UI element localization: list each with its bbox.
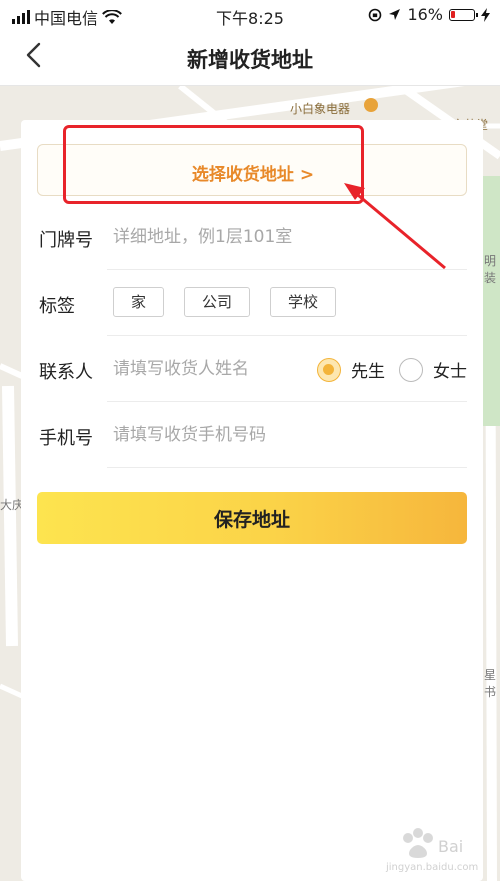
charging-bolt-icon bbox=[481, 7, 490, 22]
gender-female-label: 女士 bbox=[433, 362, 467, 382]
contact-name-input[interactable] bbox=[113, 356, 323, 382]
select-address-label: 选择收货地址 > bbox=[191, 165, 315, 185]
door-number-label: 门牌号 bbox=[39, 230, 93, 251]
battery-icon bbox=[449, 8, 478, 21]
rotation-lock-icon bbox=[369, 8, 382, 21]
status-right-group: 16% bbox=[368, 5, 490, 24]
gender-male-label: 先生 bbox=[351, 362, 385, 382]
map-poi-icon bbox=[364, 98, 378, 112]
svg-text:Bai: Bai bbox=[438, 837, 463, 856]
map-poi-label: 星书 bbox=[484, 668, 497, 699]
door-number-input[interactable] bbox=[113, 224, 453, 250]
save-address-button[interactable]: 保存地址 bbox=[37, 492, 467, 544]
gender-male-radio[interactable]: 先生 bbox=[317, 357, 385, 382]
phone-row: 手机号 bbox=[39, 402, 467, 468]
tag-company-button[interactable]: 公司 bbox=[184, 287, 251, 317]
phone-input[interactable] bbox=[113, 422, 453, 448]
select-address-button[interactable]: 选择收货地址 > bbox=[37, 144, 467, 196]
baidu-watermark-logo: Bai jingyan.baidu.com bbox=[378, 824, 498, 874]
status-bar: 中国电信 下午8:25 16% bbox=[0, 0, 500, 30]
row-divider bbox=[107, 467, 467, 468]
map-poi-label: 明装 bbox=[484, 254, 497, 285]
page-title: 新增收货地址 bbox=[187, 48, 313, 72]
tag-home-button[interactable]: 家 bbox=[113, 287, 165, 317]
battery-percent: 16% bbox=[407, 5, 443, 24]
radio-unchecked-icon bbox=[399, 357, 423, 382]
map-poi-label: 小白象电器 bbox=[290, 102, 351, 116]
nav-bar: 新增收货地址 bbox=[0, 30, 500, 86]
gender-female-radio[interactable]: 女士 bbox=[399, 357, 467, 382]
tag-label: 标签 bbox=[39, 296, 75, 317]
phone-label: 手机号 bbox=[39, 428, 93, 449]
tag-school-button[interactable]: 学校 bbox=[270, 287, 337, 317]
svg-text:jingyan.baidu.com: jingyan.baidu.com bbox=[385, 862, 478, 873]
location-arrow-icon bbox=[389, 9, 401, 20]
tag-row: 标签 家 公司 学校 bbox=[39, 270, 467, 336]
tag-group: 家 公司 学校 bbox=[113, 287, 337, 317]
contact-row: 联系人 先生 女士 bbox=[39, 336, 467, 402]
address-form-card: 选择收货地址 > 门牌号 标签 家 公司 学校 联系人 先生 女士 手机号 保存… bbox=[21, 120, 483, 881]
door-number-row: 门牌号 bbox=[39, 204, 467, 270]
contact-label: 联系人 bbox=[39, 362, 93, 383]
radio-checked-icon bbox=[317, 357, 341, 382]
